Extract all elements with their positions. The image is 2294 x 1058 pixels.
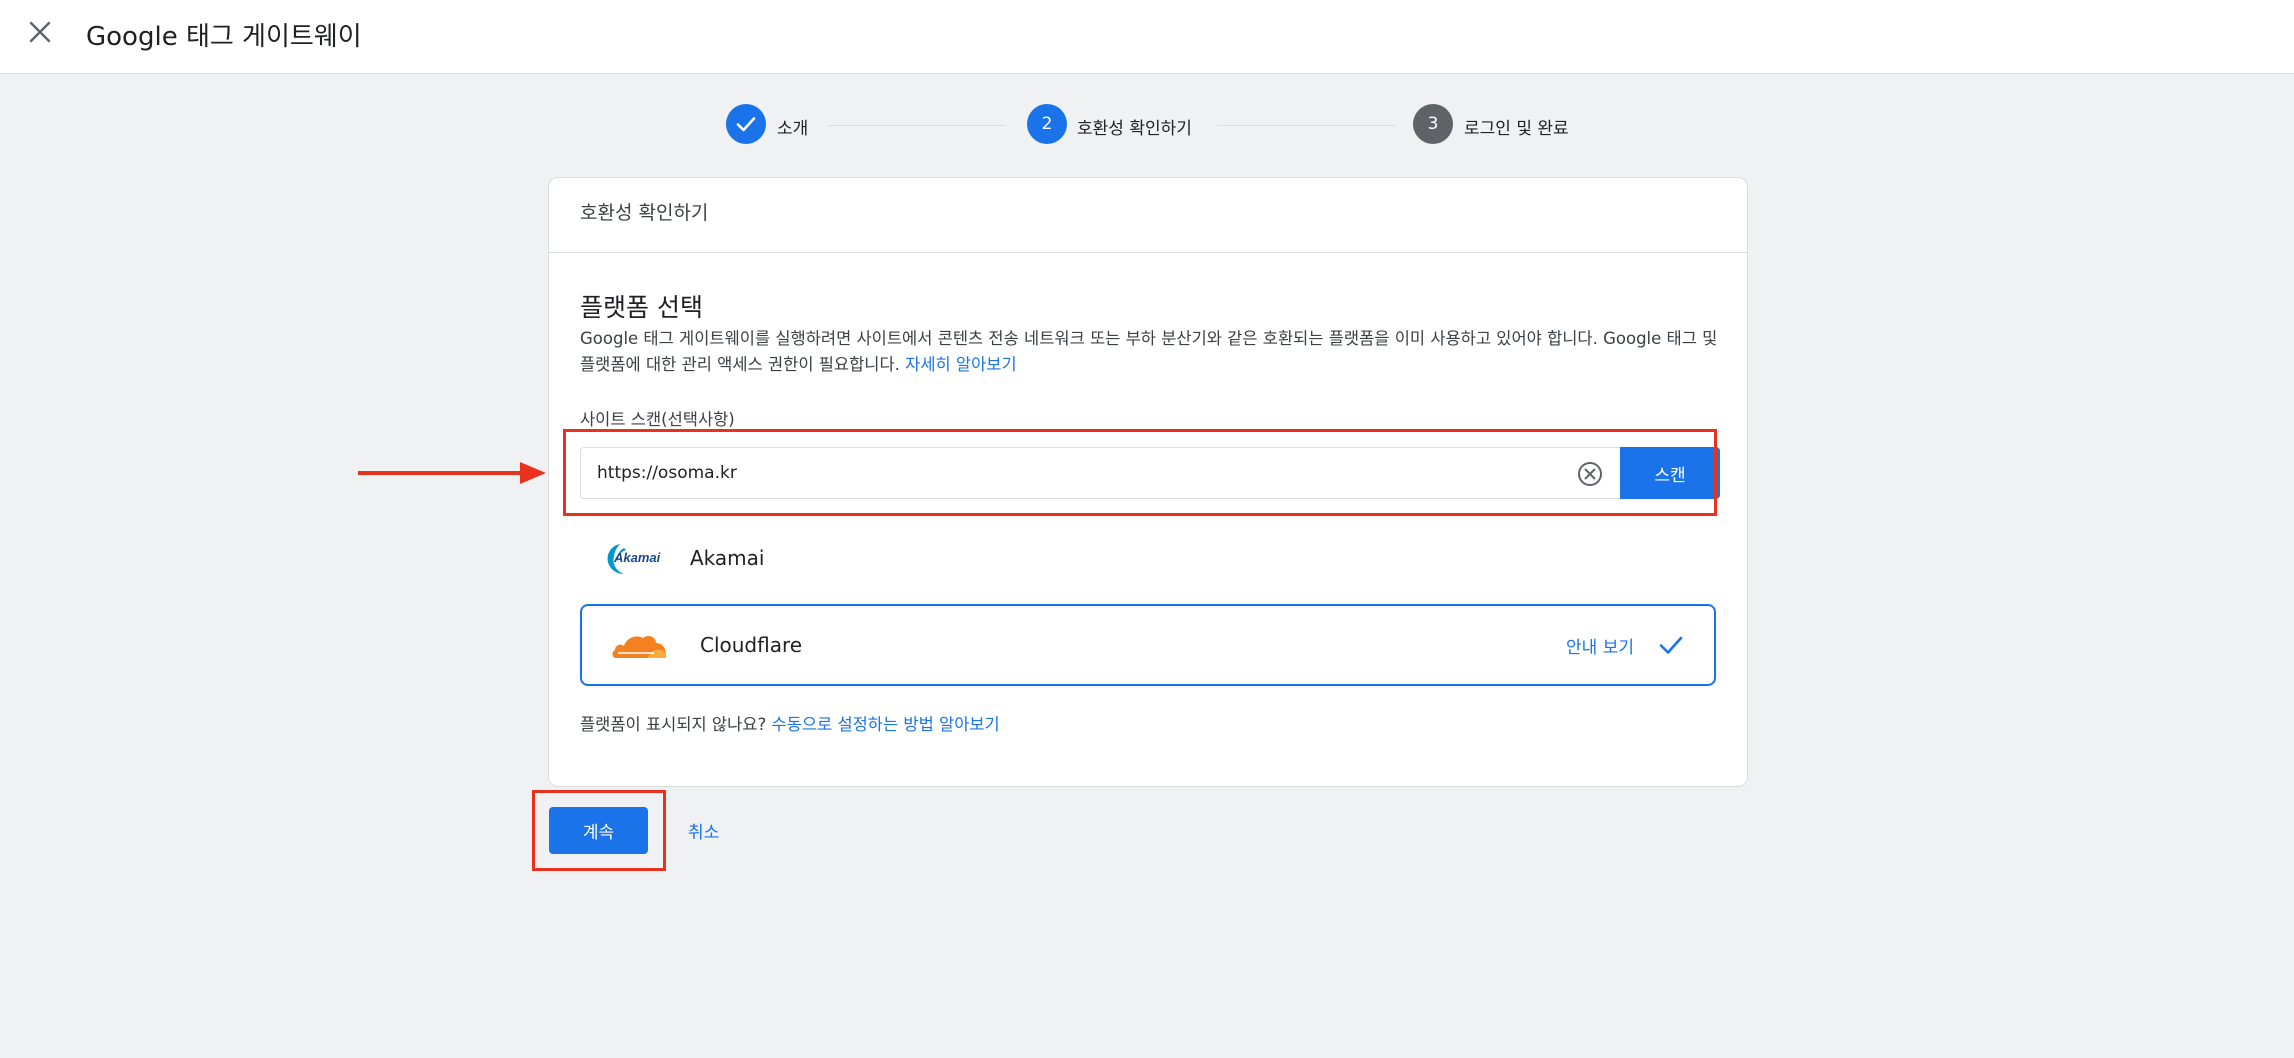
- clear-icon[interactable]: [1576, 460, 1604, 488]
- platform-akamai[interactable]: Akamai Akamai: [580, 523, 1720, 593]
- check-icon: [1659, 636, 1683, 654]
- platform-help: 플랫폼이 표시되지 않나요? 수동으로 설정하는 방법 알아보기: [580, 711, 1000, 735]
- akamai-logo-text: Akamai: [614, 550, 661, 565]
- cloudflare-logo: [612, 635, 667, 658]
- akamai-logo: Akamai: [602, 538, 666, 578]
- compatibility-card: 호환성 확인하기 플랫폼 선택 Google 태그 게이트웨이를 실행하려면 사…: [548, 177, 1748, 787]
- manual-setup-link[interactable]: 수동으로 설정하는 방법 알아보기: [771, 715, 999, 734]
- card-header: 호환성 확인하기: [549, 178, 1747, 253]
- continue-button[interactable]: 계속: [549, 807, 648, 854]
- step-2-number: 2: [1027, 104, 1067, 144]
- section-title: 플랫폼 선택: [580, 293, 703, 322]
- site-url-input[interactable]: [580, 447, 1620, 499]
- step-3-label: 로그인 및 완료: [1464, 119, 1569, 139]
- learn-more-link[interactable]: 자세히 알아보기: [905, 355, 1017, 374]
- view-guide-link[interactable]: 안내 보기: [1566, 633, 1634, 658]
- top-bar: Google 태그 게이트웨이: [0, 0, 2294, 74]
- step-divider: [828, 125, 1006, 126]
- platform-name-cloudflare: Cloudflare: [700, 633, 803, 657]
- cancel-button[interactable]: 취소: [688, 818, 719, 843]
- platform-name-akamai: Akamai: [690, 546, 765, 570]
- stepper: 소개 2 호환성 확인하기 3 로그인 및 완료: [0, 104, 2294, 148]
- description-text: Google 태그 게이트웨이를 실행하려면 사이트에서 콘텐츠 전송 네트워크…: [580, 329, 1718, 374]
- platform-cloudflare[interactable]: Cloudflare 안내 보기: [580, 604, 1716, 686]
- step-1-label: 소개: [777, 119, 809, 139]
- scan-button[interactable]: 스캔: [1620, 447, 1720, 499]
- step-1-done-icon: [726, 104, 766, 144]
- close-icon: [29, 21, 51, 43]
- description: Google 태그 게이트웨이를 실행하려면 사이트에서 콘텐츠 전송 네트워크…: [580, 326, 1730, 378]
- scan-label: 사이트 스캔(선택사항): [580, 410, 735, 429]
- step-3-number: 3: [1413, 104, 1453, 144]
- platform-help-text: 플랫폼이 표시되지 않나요?: [580, 715, 767, 734]
- close-button[interactable]: [22, 14, 58, 50]
- step-divider: [1217, 125, 1395, 126]
- step-2-label: 호환성 확인하기: [1077, 119, 1192, 139]
- arrow-icon: [358, 462, 546, 484]
- app-title: Google 태그 게이트웨이: [86, 22, 362, 52]
